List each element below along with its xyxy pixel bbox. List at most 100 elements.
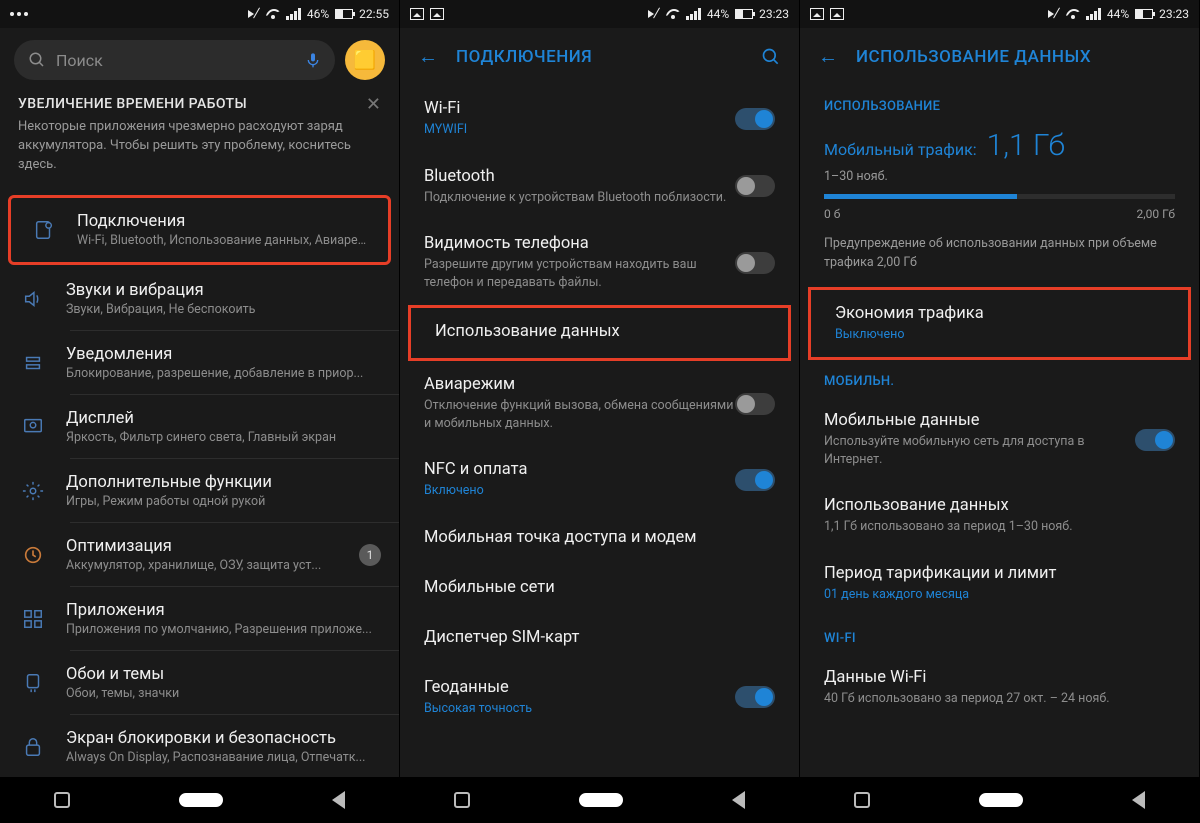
battery-percent: 46% bbox=[307, 7, 329, 21]
search-placeholder: Поиск bbox=[56, 51, 103, 70]
wifi-icon bbox=[1066, 9, 1080, 19]
wallpapers-item[interactable]: Обои и темыОбои, темы, значки bbox=[0, 651, 399, 715]
back-button[interactable] bbox=[732, 791, 745, 809]
data-saver-item[interactable]: Экономия трафика Выключено bbox=[808, 287, 1191, 361]
home-button[interactable] bbox=[579, 793, 623, 807]
nav-bar bbox=[0, 777, 399, 823]
wifi-data-item[interactable]: Данные Wi-Fi 40 Гб использовано за перио… bbox=[800, 654, 1199, 722]
home-button[interactable] bbox=[179, 793, 223, 807]
screenshot-icon bbox=[430, 8, 444, 20]
notifications-icon bbox=[18, 352, 48, 374]
wifi-item[interactable]: Wi-FiMYWIFI bbox=[400, 85, 799, 153]
location-toggle[interactable] bbox=[735, 686, 775, 708]
back-arrow-icon[interactable]: ← bbox=[418, 44, 438, 69]
lock-icon bbox=[18, 736, 48, 758]
scale-min: 0 б bbox=[824, 207, 840, 221]
location-item[interactable]: ГеоданныеВысокая точность bbox=[400, 664, 799, 732]
signal-icon bbox=[1086, 8, 1101, 20]
screenshot-icon bbox=[810, 8, 824, 20]
advanced-item[interactable]: Дополнительные функцииИгры, Режим работы… bbox=[0, 459, 399, 523]
banner-title: УВЕЛИЧЕНИЕ ВРЕМЕНИ РАБОТЫ bbox=[18, 96, 381, 112]
usage-block[interactable]: Мобильный трафик: 1,1 Гб 1–30 нояб. 0 б … bbox=[800, 122, 1199, 287]
usage-bar bbox=[824, 194, 1175, 199]
apps-icon bbox=[18, 608, 48, 630]
profile-avatar[interactable]: 🟨 bbox=[345, 40, 385, 80]
microphone-icon[interactable] bbox=[305, 50, 321, 70]
visibility-toggle[interactable] bbox=[735, 252, 775, 274]
search-icon[interactable] bbox=[761, 47, 781, 67]
connections-item[interactable]: ПодключенияWi-Fi, Bluetooth, Использован… bbox=[8, 195, 391, 265]
mobile-data-toggle[interactable] bbox=[1135, 429, 1175, 451]
search-icon bbox=[28, 51, 46, 69]
section-usage: ИСПОЛЬЗОВАНИЕ bbox=[800, 85, 1199, 122]
recent-apps-button[interactable] bbox=[454, 792, 470, 808]
billing-cycle-item[interactable]: Период тарификации и лимит 01 день каждо… bbox=[800, 550, 1199, 618]
settings-main-screen: 46% 22:55 Поиск 🟨 УВЕЛИЧЕНИЕ ВРЕМЕНИ РАБ… bbox=[0, 0, 400, 823]
usage-period: 1–30 нояб. bbox=[824, 169, 1175, 184]
advanced-icon bbox=[18, 480, 48, 502]
search-input[interactable]: Поиск bbox=[14, 40, 335, 80]
mobile-usage-item[interactable]: Использование данных 1,1 Гб использовано… bbox=[800, 482, 1199, 550]
connections-icon bbox=[29, 219, 59, 241]
hotspot-item[interactable]: Мобильная точка доступа и модем bbox=[400, 514, 799, 564]
home-button[interactable] bbox=[979, 793, 1023, 807]
nfc-item[interactable]: NFC и оплатаВключено bbox=[400, 446, 799, 514]
display-item[interactable]: ДисплейЯркость, Фильтр синего света, Гла… bbox=[0, 395, 399, 459]
page-title: ИСПОЛЬЗОВАНИЕ ДАННЫХ bbox=[856, 47, 1091, 67]
maintenance-item[interactable]: ОптимизацияАккумулятор, хранилище, ОЗУ, … bbox=[0, 523, 399, 587]
more-icon bbox=[10, 12, 28, 16]
screenshot-icon bbox=[830, 8, 844, 20]
mobile-networks-item[interactable]: Мобильные сети bbox=[400, 564, 799, 614]
apps-item[interactable]: ПриложенияПриложения по умолчанию, Разре… bbox=[0, 587, 399, 651]
back-arrow-icon[interactable]: ← bbox=[818, 44, 838, 69]
clock: 22:55 bbox=[359, 7, 389, 21]
airplane-item[interactable]: АвиарежимОтключение функций вызова, обме… bbox=[400, 361, 799, 446]
battery-percent: 44% bbox=[707, 7, 729, 21]
display-icon bbox=[18, 416, 48, 438]
nav-bar bbox=[400, 777, 799, 823]
connections-screen: 44% 23:23 ← ПОДКЛЮЧЕНИЯ Wi-FiMYWIFI Blue… bbox=[400, 0, 800, 823]
airplane-toggle[interactable] bbox=[735, 393, 775, 415]
sim-manager-item[interactable]: Диспетчер SIM-карт bbox=[400, 614, 799, 664]
battery-icon bbox=[735, 9, 753, 19]
bluetooth-item[interactable]: BluetoothПодключение к устройствам Bluet… bbox=[400, 153, 799, 221]
lockscreen-item[interactable]: Экран блокировки и безопасностьAlways On… bbox=[0, 715, 399, 777]
battery-icon bbox=[335, 9, 353, 19]
mute-icon bbox=[248, 8, 260, 20]
wifi-icon bbox=[666, 9, 680, 19]
recent-apps-button[interactable] bbox=[854, 792, 870, 808]
maintenance-icon bbox=[18, 544, 48, 566]
back-button[interactable] bbox=[1132, 791, 1145, 809]
data-usage-screen: 44% 23:23 ← ИСПОЛЬЗОВАНИЕ ДАННЫХ ИСПОЛЬЗ… bbox=[800, 0, 1200, 823]
status-bar: 44% 23:23 bbox=[800, 0, 1199, 28]
usage-warning: Предупреждение об использовании данных п… bbox=[824, 235, 1175, 273]
screenshot-icon bbox=[410, 8, 424, 20]
bluetooth-toggle[interactable] bbox=[735, 175, 775, 197]
back-button[interactable] bbox=[332, 791, 345, 809]
notifications-item[interactable]: УведомленияБлокирование, разрешение, доб… bbox=[0, 331, 399, 395]
mute-icon bbox=[1048, 8, 1060, 20]
close-icon[interactable]: ✕ bbox=[366, 94, 381, 115]
scale-max: 2,00 Гб bbox=[1137, 207, 1176, 221]
section-mobile: МОБИЛЬН. bbox=[800, 360, 1199, 397]
status-bar: 44% 23:23 bbox=[400, 0, 799, 28]
battery-banner[interactable]: УВЕЛИЧЕНИЕ ВРЕМЕНИ РАБОТЫ Некоторые прил… bbox=[0, 92, 399, 193]
wifi-toggle[interactable] bbox=[735, 108, 775, 130]
page-title: ПОДКЛЮЧЕНИЯ bbox=[456, 47, 592, 67]
signal-icon bbox=[686, 8, 701, 20]
usage-label: Мобильный трафик: bbox=[824, 140, 977, 159]
status-bar: 46% 22:55 bbox=[0, 0, 399, 28]
mute-icon bbox=[648, 8, 660, 20]
signal-icon bbox=[286, 8, 301, 20]
banner-body: Некоторые приложения чрезмерно расходуют… bbox=[18, 118, 381, 175]
wifi-icon bbox=[266, 9, 280, 19]
visibility-item[interactable]: Видимость телефонаРазрешите другим устро… bbox=[400, 220, 799, 305]
wallpaper-icon bbox=[18, 672, 48, 694]
recent-apps-button[interactable] bbox=[54, 792, 70, 808]
sounds-item[interactable]: Звуки и вибрацияЗвуки, Вибрация, Не бесп… bbox=[0, 267, 399, 331]
data-usage-item[interactable]: Использование данных bbox=[408, 305, 791, 361]
mobile-data-item[interactable]: Мобильные данные Используйте мобильную с… bbox=[800, 397, 1199, 482]
nfc-toggle[interactable] bbox=[735, 469, 775, 491]
section-wifi: WI-FI bbox=[800, 617, 1199, 654]
battery-icon bbox=[1135, 9, 1153, 19]
